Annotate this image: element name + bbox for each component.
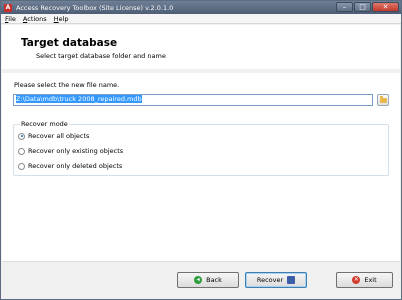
menu-bar: File Actions Help — [1, 14, 401, 24]
exit-label: Exit — [364, 276, 377, 284]
minimize-button[interactable]: – — [336, 2, 353, 12]
target-file-value: Z:\Data\mdb\truck 2008_repaired.mdb — [16, 95, 142, 103]
exit-button[interactable]: ✕ Exit — [336, 272, 393, 288]
radio-button[interactable] — [18, 162, 25, 170]
back-label: Back — [206, 276, 222, 284]
menu-file[interactable]: File — [5, 15, 16, 23]
recover-label: Recover — [256, 276, 284, 284]
maximize-button[interactable]: □ — [354, 2, 371, 12]
radio-button[interactable] — [18, 147, 25, 155]
menu-help[interactable]: Help — [54, 15, 69, 23]
close-icon: ✕ — [352, 276, 361, 284]
wizard-header: Target database Select target database f… — [2, 25, 400, 69]
recover-mode-title: Recover mode — [20, 120, 69, 128]
browse-button[interactable] — [377, 94, 389, 106]
window-controls: – □ ✕ — [336, 2, 399, 12]
wizard-footer: ◂ Back Recover ✕ Exit — [2, 261, 400, 299]
save-icon — [287, 276, 296, 284]
radio-recover-deleted[interactable]: Recover only deleted objects — [18, 162, 122, 170]
radio-label: Recover only deleted objects — [28, 162, 123, 170]
radio-label: Recover all objects — [28, 132, 90, 140]
window-title: Access Recovery Toolbox (Site License) v… — [16, 3, 174, 12]
page-subtitle: Select target database folder and name — [36, 52, 166, 60]
back-button[interactable]: ◂ Back — [177, 272, 239, 288]
title-bar[interactable]: A Access Recovery Toolbox (Site License)… — [1, 1, 401, 14]
wizard-content: Please select the new file name. Z:\Data… — [2, 73, 400, 273]
target-file-input[interactable]: Z:\Data\mdb\truck 2008_repaired.mdb — [13, 94, 373, 106]
arrow-left-icon: ◂ — [194, 276, 203, 284]
radio-button[interactable] — [18, 132, 25, 140]
folder-icon — [380, 96, 387, 103]
page-title: Target database — [21, 37, 118, 49]
menu-actions[interactable]: Actions — [23, 15, 47, 23]
radio-label: Recover only existing objects — [28, 147, 124, 155]
recover-mode-group: Recover mode Recover all objects Recover… — [13, 120, 389, 176]
app-window: A Access Recovery Toolbox (Site License)… — [0, 0, 402, 300]
close-window-button[interactable]: ✕ — [372, 2, 399, 12]
radio-recover-all[interactable]: Recover all objects — [18, 132, 89, 140]
recover-button[interactable]: Recover — [245, 272, 307, 288]
app-icon: A — [4, 3, 12, 12]
radio-recover-existing[interactable]: Recover only existing objects — [18, 147, 123, 155]
file-name-label: Please select the new file name. — [14, 81, 120, 89]
